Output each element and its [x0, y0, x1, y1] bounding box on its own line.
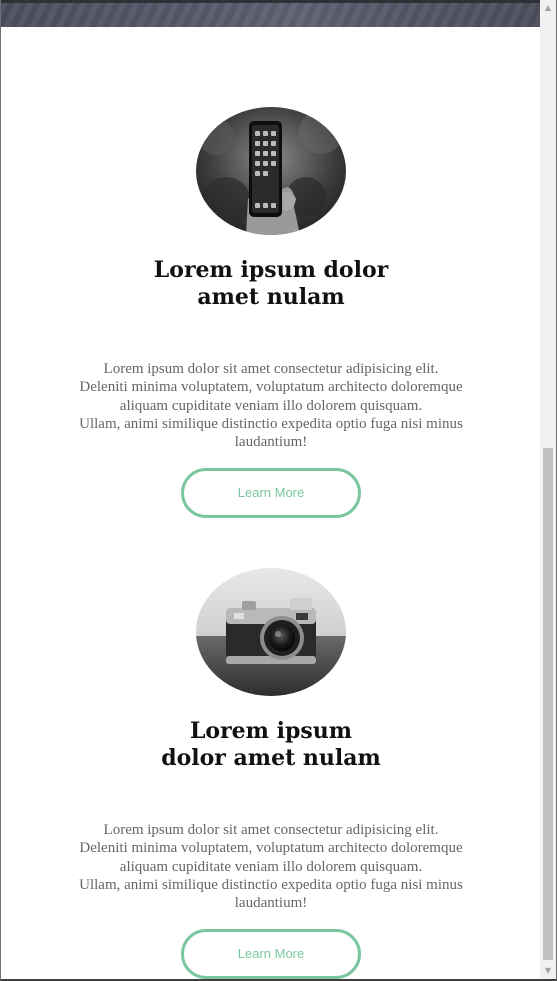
card-title: Lorem ipsum dolor amet nulam [151, 257, 391, 311]
card-title-line: amet nulam [197, 284, 345, 310]
card-title-line: dolor amet nulam [161, 745, 381, 771]
card-description-line: Lorem ipsum dolor sit amet consectetur a… [103, 822, 439, 838]
card-description-line: aliquam cupiditate veniam illo dolorem q… [119, 858, 423, 875]
card-description-line: Ullam, animi similique distinctio expedi… [79, 876, 463, 893]
card-image-smartphone [196, 107, 346, 235]
feature-card: Lorem ipsum dolor amet nulam Lorem ipsum… [1, 107, 541, 519]
card-description: Lorem ipsum dolor sit amet consectetur a… [51, 821, 491, 912]
hero-image-strip [1, 0, 541, 27]
card-description-line: Deleniti minima voluptatem, voluptatum a… [79, 840, 463, 857]
card-title-line: Lorem ipsum [189, 718, 353, 744]
camera-photo-icon [196, 568, 346, 696]
browser-viewport: Lorem ipsum dolor amet nulam Lorem ipsum… [0, 0, 557, 981]
page-content: Lorem ipsum dolor amet nulam Lorem ipsum… [1, 27, 541, 979]
scrollbar-thumb[interactable] [543, 448, 553, 960]
card-description-line: Ullam, animi similique distinctio expedi… [79, 415, 463, 432]
scroll-up-arrow-icon[interactable]: ▲ [540, 0, 556, 16]
learn-more-button[interactable]: Learn More [181, 929, 361, 979]
card-image-camera [196, 568, 346, 696]
card-description-line: Deleniti minima voluptatem, voluptatum a… [79, 379, 463, 396]
card-title: Lorem ipsum dolor amet nulam [151, 718, 391, 772]
smartphone-photo-icon [196, 107, 346, 235]
vertical-scrollbar[interactable]: ▲ ▼ [540, 0, 556, 979]
card-description-line: Lorem ipsum dolor sit amet consectetur a… [103, 361, 439, 377]
feature-card: Lorem ipsum dolor amet nulam Lorem ipsum… [1, 568, 541, 979]
scroll-down-arrow-icon[interactable]: ▼ [540, 963, 556, 979]
card-title-line: Lorem ipsum dolor [153, 257, 389, 283]
learn-more-button[interactable]: Learn More [181, 468, 361, 519]
card-description-line: laudantium! [234, 434, 308, 451]
card-description-line: aliquam cupiditate veniam illo dolorem q… [119, 397, 423, 414]
card-description-line: laudantium! [234, 895, 308, 912]
card-description: Lorem ipsum dolor sit amet consectetur a… [51, 360, 491, 451]
